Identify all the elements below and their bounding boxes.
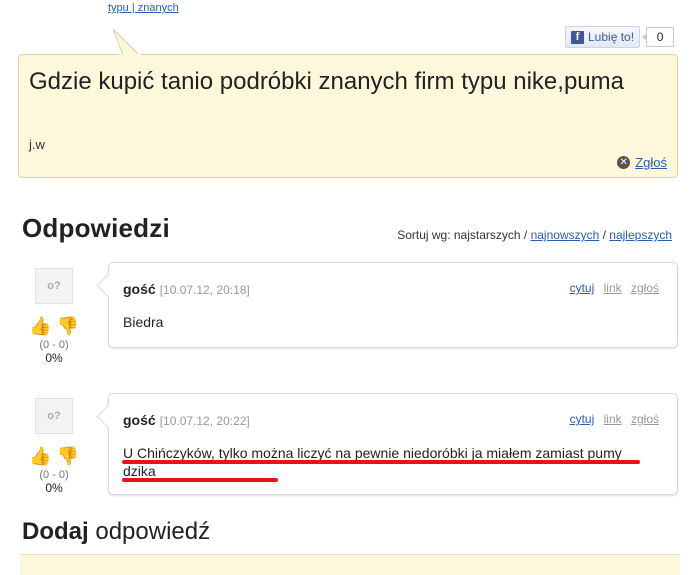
sort-separator: / — [599, 228, 610, 242]
speech-tail-icon — [112, 28, 141, 57]
answer-bubble: gość [10.07.12, 20:18] cytuj link zgłoś B… — [108, 262, 678, 348]
thumbs-up-icon[interactable]: 👍 — [29, 446, 51, 467]
vote-score: (0 - 0) — [39, 469, 69, 481]
facebook-icon: f — [571, 30, 584, 44]
sort-best-link[interactable]: najlepszych — [609, 228, 672, 242]
report-answer-link[interactable]: zgłoś — [631, 281, 659, 295]
answer-vote-panel: o? 👍 👎 (0 - 0) 0% — [24, 398, 84, 495]
answer-actions: cytuj link zgłoś — [564, 281, 659, 295]
vote-score: (0 - 0) — [39, 339, 69, 351]
answer-date: [10.07.12, 20:22] — [159, 414, 250, 428]
highlight-underline — [122, 478, 278, 482]
question-author: j.w — [29, 137, 45, 152]
add-reply-heading: Dodaj odpowiedź — [22, 518, 210, 546]
quote-link[interactable]: cytuj — [570, 412, 595, 426]
vote-buttons: 👍 👎 — [24, 316, 84, 337]
permalink-link[interactable]: link — [604, 412, 622, 426]
thumbs-down-icon[interactable]: 👎 — [57, 446, 79, 467]
report-question[interactable]: ✕ Zgłoś — [617, 155, 667, 170]
avatar: o? — [35, 268, 73, 304]
like-button[interactable]: f Lubię to! — [565, 26, 641, 48]
vote-percent: 0% — [45, 481, 63, 495]
vote-percent: 0% — [45, 351, 63, 365]
report-link[interactable]: Zgłoś — [635, 155, 667, 170]
answer-header: gość [10.07.12, 20:22] — [123, 412, 250, 428]
answer-vote-panel: o? 👍 👎 (0 - 0) 0% — [24, 268, 84, 365]
facebook-like: f Lubię to! 0 — [565, 26, 675, 48]
sort-prefix: Sortuj wg: najstarszych / — [397, 228, 531, 242]
like-count: 0 — [642, 27, 675, 47]
question-title: Gdzie kupić tanio podróbki znanych firm … — [29, 68, 624, 95]
add-reply-rest: odpowiedź — [88, 518, 211, 545]
report-icon: ✕ — [617, 156, 631, 169]
answer-date: [10.07.12, 20:18] — [159, 283, 250, 297]
thumbs-up-icon[interactable]: 👍 — [29, 316, 51, 337]
sort-newest-link[interactable]: najnowszych — [531, 228, 600, 242]
permalink-link[interactable]: link — [604, 281, 622, 295]
like-label: Lubię to! — [588, 30, 635, 44]
quote-link[interactable]: cytuj — [570, 281, 595, 295]
thumbs-down-icon[interactable]: 👎 — [57, 316, 79, 337]
question-box: Gdzie kupić tanio podróbki znanych firm … — [18, 28, 678, 178]
add-reply-bold: Dodaj — [22, 518, 89, 545]
answers-heading: Odpowiedzi — [22, 213, 170, 243]
highlight-underline — [122, 460, 640, 464]
answer-user: gość — [123, 412, 156, 428]
vote-buttons: 👍 👎 — [24, 446, 84, 467]
sort-options: Sortuj wg: najstarszych / najnowszych / … — [397, 228, 672, 242]
answer-text: Biedra — [123, 314, 164, 330]
top-links[interactable]: typu | znanych — [108, 2, 179, 14]
avatar: o? — [35, 398, 73, 434]
answer-actions: cytuj link zgłoś — [564, 412, 659, 426]
answer-header: gość [10.07.12, 20:18] — [123, 281, 250, 297]
report-answer-link[interactable]: zgłoś — [631, 412, 659, 426]
answer-user: gość — [123, 281, 156, 297]
add-reply-box[interactable] — [20, 554, 680, 575]
